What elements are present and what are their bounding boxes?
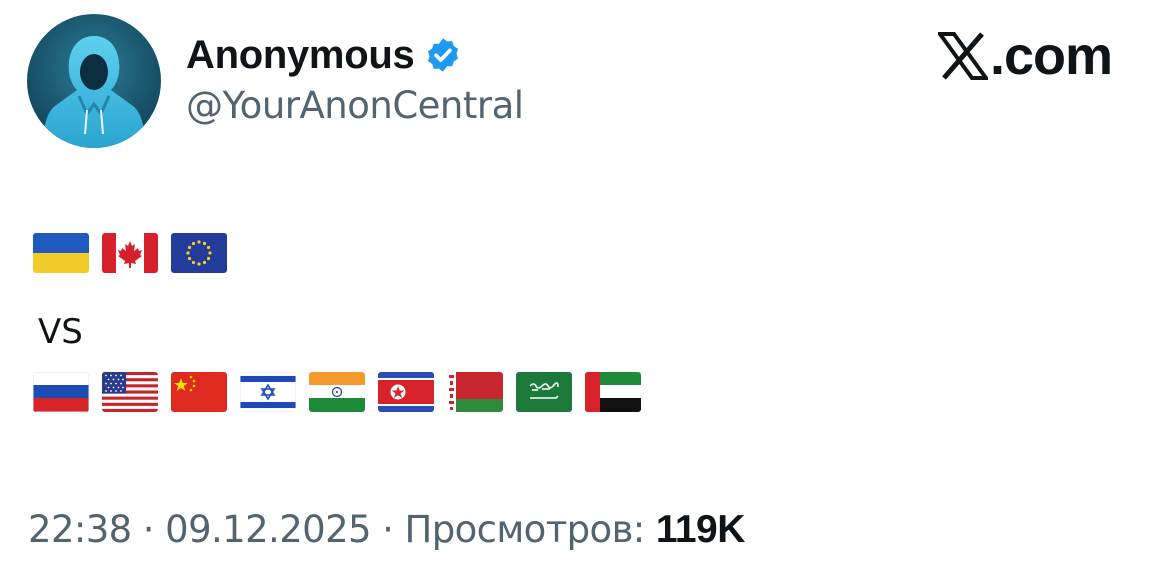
north-korea-flag-icon xyxy=(378,372,434,412)
saudi-arabia-flag-icon xyxy=(516,372,572,412)
india-flag-icon xyxy=(309,372,365,412)
author-handle[interactable]: @YourAnonCentral xyxy=(186,84,524,127)
x-logo-icon xyxy=(937,32,988,80)
author-name-row: Anonymous xyxy=(186,30,462,80)
tweet-meta: 22:38 · 09.12.2025 · Просмотров: 119K xyxy=(28,508,745,552)
israel-flag-icon xyxy=(240,372,296,412)
canada-flag-icon xyxy=(102,233,158,273)
united-states-flag-icon xyxy=(102,372,158,412)
hooded-figure-avatar-icon xyxy=(27,14,161,148)
flag-row-1 xyxy=(33,233,227,273)
views-label: Просмотров: xyxy=(404,508,656,551)
european-union-flag-icon xyxy=(171,233,227,273)
tweet-time[interactable]: 22:38 xyxy=(28,508,132,551)
views-count: 119K xyxy=(655,508,746,551)
belarus-flag-icon xyxy=(447,372,503,412)
meta-separator: · xyxy=(370,508,405,551)
flag-row-2 xyxy=(33,372,641,412)
author-display-name[interactable]: Anonymous xyxy=(186,33,415,78)
china-flag-icon xyxy=(171,372,227,412)
united-arab-emirates-flag-icon xyxy=(585,372,641,412)
meta-separator: · xyxy=(131,508,166,551)
brand-suffix: .com xyxy=(989,26,1113,86)
x-brand-logo: .com xyxy=(937,26,1113,86)
vs-separator: VS xyxy=(38,312,83,352)
russia-flag-icon xyxy=(33,372,89,412)
ukraine-flag-icon xyxy=(33,233,89,273)
tweet-date[interactable]: 09.12.2025 xyxy=(165,508,371,551)
verified-badge-icon[interactable] xyxy=(424,36,462,74)
tweet-card: Anonymous @YourAnonCentral .com VS 22:38… xyxy=(0,0,1170,572)
avatar[interactable] xyxy=(27,14,161,148)
